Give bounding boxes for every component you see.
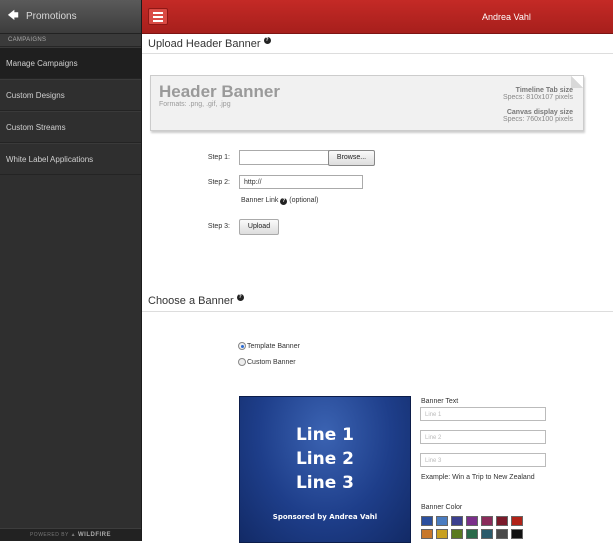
help-icon[interactable]: ? <box>236 293 244 301</box>
sidebar-item-custom-streams[interactable]: Custom Streams <box>0 111 141 143</box>
banner-text-line-3-input[interactable]: Line 3 <box>420 453 546 467</box>
template-banner-radio[interactable] <box>238 342 246 350</box>
sidebar-item-custom-designs[interactable]: Custom Designs <box>0 79 141 111</box>
sidebar-section-label: CAMPAIGNS <box>0 34 141 47</box>
browse-button[interactable]: Browse... <box>328 150 375 166</box>
color-swatch[interactable] <box>436 516 448 526</box>
color-swatch[interactable] <box>511 516 523 526</box>
preview-sponsor: Sponsored by Andrea Vahl <box>272 513 378 521</box>
optional-text: (optional) <box>289 197 319 204</box>
step3-label: Step 3: <box>207 223 230 230</box>
sidebar-header[interactable]: 🡄 Promotions <box>0 0 141 34</box>
canvas-spec-head: Canvas display size <box>506 109 573 116</box>
flame-icon: ▲ <box>70 532 77 538</box>
preview-line-1: Line 1 <box>295 425 355 445</box>
template-banner-label: Template Banner <box>247 342 300 350</box>
color-swatch[interactable] <box>511 529 523 539</box>
color-swatch[interactable] <box>451 516 463 526</box>
divider <box>142 53 613 54</box>
banner-text-line-2-input[interactable]: Line 2 <box>420 430 546 444</box>
choose-title-text: Choose a Banner <box>148 295 234 307</box>
main-content: Upload Header Banner ? Header Banner For… <box>142 34 613 543</box>
color-swatch[interactable] <box>481 529 493 539</box>
sidebar-title: Promotions <box>26 11 77 22</box>
template-banner-option[interactable]: Template Banner <box>238 342 300 350</box>
wildfire-brand: WILDFIRE <box>78 532 112 538</box>
color-swatch[interactable] <box>451 529 463 539</box>
banner-link-input[interactable]: http:// <box>239 175 363 189</box>
timeline-spec: Timeline Tab size Specs: 810x107 pixels <box>503 87 573 101</box>
custom-banner-option[interactable]: Custom Banner <box>238 358 296 366</box>
color-swatch[interactable] <box>481 516 493 526</box>
banner-color-label: Banner Color <box>421 504 463 511</box>
color-swatch[interactable] <box>436 529 448 539</box>
banner-text-line-1-input[interactable]: Line 1 <box>420 407 546 421</box>
timeline-spec-head: Timeline Tab size <box>515 87 573 94</box>
powered-by-label: POWERED BY <box>29 532 69 538</box>
color-swatch[interactable] <box>466 516 478 526</box>
menu-icon[interactable] <box>148 8 168 25</box>
preview-line-3: Line 3 <box>295 473 355 493</box>
help-icon[interactable]: ? <box>280 198 288 205</box>
sidebar-item-manage-campaigns[interactable]: Manage Campaigns <box>0 47 141 79</box>
color-swatch[interactable] <box>466 529 478 539</box>
banner-link-label: Banner Link ? (optional) <box>241 197 318 205</box>
file-path-input[interactable] <box>239 150 329 165</box>
sidebar-item-white-label-applications[interactable]: White Label Applications <box>0 143 141 175</box>
banner-placeholder-title: Header Banner <box>159 82 280 101</box>
sidebar: 🡄 Promotions CAMPAIGNS Manage Campaigns … <box>0 0 142 541</box>
upload-header-banner-title: Upload Header Banner ? <box>148 36 271 50</box>
canvas-spec-value: Specs: 760x100 pixels <box>502 116 573 123</box>
powered-by-footer: POWERED BY ▲ WILDFIRE <box>0 528 141 541</box>
banner-text-example: Example: Win a Trip to New Zealand <box>421 474 535 481</box>
custom-banner-label: Custom Banner <box>247 358 296 366</box>
banner-formats: Formats: .png, .gif, .jpg <box>159 101 231 108</box>
back-arrow-icon[interactable]: 🡄 <box>0 7 26 26</box>
banner-preview: Line 1 Line 2 Line 3 Sponsored by Andrea… <box>239 396 411 543</box>
color-swatch[interactable] <box>420 515 434 527</box>
step1-label: Step 1: <box>207 154 230 161</box>
custom-banner-radio[interactable] <box>238 358 246 366</box>
color-swatch[interactable] <box>421 529 433 539</box>
header-banner-placeholder: Header Banner Formats: .png, .gif, .jpg … <box>150 75 584 131</box>
color-swatch[interactable] <box>496 516 508 526</box>
upload-title-text: Upload Header Banner <box>148 38 261 50</box>
banner-link-text: Banner Link <box>241 197 279 204</box>
help-icon[interactable]: ? <box>263 36 271 44</box>
divider <box>142 311 613 312</box>
timeline-spec-value: Specs: 810x107 pixels <box>502 94 573 101</box>
step2-label: Step 2: <box>207 179 230 186</box>
banner-text-label: Banner Text <box>421 398 459 405</box>
upload-button[interactable]: Upload <box>239 219 279 235</box>
user-name[interactable]: Andrea Vahl <box>482 12 531 22</box>
preview-line-2: Line 2 <box>295 449 355 469</box>
choose-banner-title: Choose a Banner ? <box>148 293 244 307</box>
top-bar: Andrea Vahl <box>142 0 613 34</box>
canvas-spec: Canvas display size Specs: 760x100 pixel… <box>503 109 573 123</box>
color-swatch[interactable] <box>496 529 508 539</box>
